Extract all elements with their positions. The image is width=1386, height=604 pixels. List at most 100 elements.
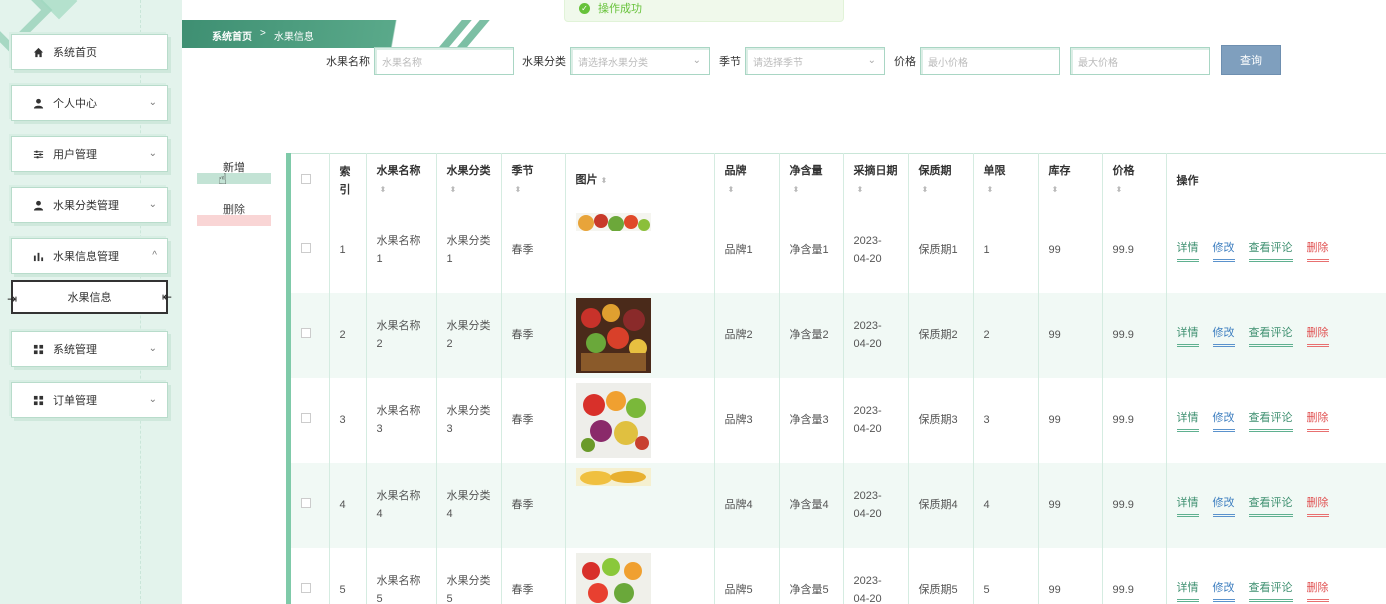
cell-season: 春季 xyxy=(501,292,566,378)
cell-select[interactable] xyxy=(291,462,330,548)
search-min-price-input[interactable]: 最小价格 xyxy=(920,47,1060,75)
breadcrumb-text: 系统首页 > 水果信息 xyxy=(212,28,314,43)
cell-image xyxy=(565,377,715,463)
view-reviews-link[interactable]: 查看评论 xyxy=(1248,579,1293,602)
sort-icon[interactable]: ⬍ xyxy=(1052,185,1059,194)
edit-link[interactable]: 修改 xyxy=(1212,494,1235,517)
row-checkbox[interactable] xyxy=(301,413,311,423)
cell-brand: 品牌3 xyxy=(714,377,780,463)
breadcrumb-separator: > xyxy=(260,28,266,39)
delete-link[interactable]: 删除 xyxy=(1306,494,1329,517)
sidebar-item-orders[interactable]: 订单管理 ⌄ xyxy=(11,382,168,418)
header-limit-label: 单限 xyxy=(983,165,1006,178)
sort-icon[interactable]: ⬍ xyxy=(601,176,608,185)
sort-icon[interactable]: ⬍ xyxy=(922,185,929,194)
search-name-group: 水果名称 水果名称 xyxy=(326,47,514,75)
sort-icon[interactable]: ⬍ xyxy=(793,185,800,194)
delete-button[interactable]: 删除 xyxy=(197,202,271,226)
delete-link[interactable]: 删除 xyxy=(1306,239,1329,262)
header-category[interactable]: 水果分类 ⬍ xyxy=(436,153,502,208)
breadcrumb-home[interactable]: 系统首页 xyxy=(212,28,252,43)
detail-link[interactable]: 详情 xyxy=(1176,324,1199,347)
cell-brand: 品牌2 xyxy=(714,292,780,378)
sort-icon[interactable]: ⬍ xyxy=(1116,185,1123,194)
search-max-price-input[interactable]: 最大价格 xyxy=(1070,47,1210,75)
cell-limit: 4 xyxy=(973,462,1039,548)
header-season[interactable]: 季节 ⬍ xyxy=(501,153,566,208)
cell-select[interactable] xyxy=(291,292,330,378)
cell-image xyxy=(565,547,715,604)
cell-category: 水果分类2 xyxy=(436,292,502,378)
add-button[interactable]: 新增 xyxy=(197,160,271,184)
user-icon xyxy=(32,199,44,211)
select-all-checkbox[interactable] xyxy=(301,173,311,184)
sidebar-item-fruit-category[interactable]: 水果分类管理 ⌄ xyxy=(11,187,168,223)
row-checkbox[interactable] xyxy=(301,498,311,508)
cell-category: 水果分类5 xyxy=(436,547,502,604)
delete-link[interactable]: 删除 xyxy=(1306,579,1329,602)
detail-link[interactable]: 详情 xyxy=(1176,239,1199,262)
detail-link[interactable]: 详情 xyxy=(1176,409,1199,432)
cell-image xyxy=(565,462,715,548)
cell-shelf: 保质期4 xyxy=(908,462,974,548)
header-select-all[interactable] xyxy=(291,153,330,208)
header-brand[interactable]: 品牌 ⬍ xyxy=(714,153,780,208)
sort-icon[interactable]: ⬍ xyxy=(450,185,457,194)
sort-icon[interactable]: ⬍ xyxy=(728,185,735,194)
header-image[interactable]: 图片 ⬍ xyxy=(565,153,715,208)
cell-price: 99.9 xyxy=(1102,207,1167,293)
detail-link[interactable]: 详情 xyxy=(1176,494,1199,517)
cell-select[interactable] xyxy=(291,377,330,463)
edit-link[interactable]: 修改 xyxy=(1212,409,1235,432)
row-checkbox[interactable] xyxy=(301,583,311,593)
sidebar-subitem-fruit-info[interactable]: ⇥ 水果信息 ⇤ xyxy=(7,280,172,314)
cell-ops: 详情 修改 查看评论 删除 xyxy=(1166,462,1386,548)
delete-link[interactable]: 删除 xyxy=(1306,324,1329,347)
edit-link[interactable]: 修改 xyxy=(1212,579,1235,602)
fruit-image xyxy=(575,297,651,373)
sidebar-item-system[interactable]: 系统管理 ⌄ xyxy=(11,331,168,367)
search-name-placeholder: 水果名称 xyxy=(382,57,422,69)
hand-cursor-icon: ☝ xyxy=(218,171,228,188)
edit-link[interactable]: 修改 xyxy=(1212,324,1235,347)
sort-icon[interactable]: ⬍ xyxy=(857,185,864,194)
header-limit[interactable]: 单限 ⬍ xyxy=(973,153,1039,208)
fruit-image xyxy=(575,212,651,231)
sidebar-item-fruit-info[interactable]: 水果信息管理 ^ xyxy=(11,238,168,274)
header-stock[interactable]: 库存 ⬍ xyxy=(1038,153,1103,208)
breadcrumb-current: 水果信息 xyxy=(273,32,314,43)
search-season-select[interactable]: 请选择季节 ⌄ xyxy=(745,47,885,75)
sidebar-item-personal-center[interactable]: 个人中心 ⌄ xyxy=(11,85,168,121)
search-name-label: 水果名称 xyxy=(326,56,370,68)
view-reviews-link[interactable]: 查看评论 xyxy=(1248,239,1293,262)
sort-icon[interactable]: ⬍ xyxy=(380,185,387,194)
sidebar-item-user-management[interactable]: 用户管理 ⌄ xyxy=(11,136,168,172)
view-reviews-link[interactable]: 查看评论 xyxy=(1248,494,1293,517)
cell-select[interactable] xyxy=(291,547,330,604)
query-button[interactable]: 查询 xyxy=(1221,45,1281,75)
sort-icon[interactable]: ⬍ xyxy=(515,185,522,194)
edit-link[interactable]: 修改 xyxy=(1212,239,1235,262)
delete-link[interactable]: 删除 xyxy=(1306,409,1329,432)
sort-icon[interactable]: ⬍ xyxy=(987,185,994,194)
search-category-select[interactable]: 请选择水果分类 ⌄ xyxy=(570,47,710,75)
table-row: 5 水果名称5 水果分类5 春季 品牌5 净含量5 2023-04-20 保质期… xyxy=(291,547,1386,604)
header-name[interactable]: 水果名称 ⬍ xyxy=(366,153,437,208)
header-net[interactable]: 净含量 ⬍ xyxy=(779,153,844,208)
header-category-label: 水果分类 xyxy=(446,165,491,178)
cell-date: 2023-04-20 xyxy=(843,547,909,604)
header-price[interactable]: 价格 ⬍ xyxy=(1102,153,1167,208)
sidebar-item-label: 个人中心 xyxy=(53,98,97,110)
header-net-label: 净含量 xyxy=(789,165,823,178)
view-reviews-link[interactable]: 查看评论 xyxy=(1248,324,1293,347)
cell-select[interactable] xyxy=(291,207,330,293)
row-checkbox[interactable] xyxy=(301,328,311,338)
view-reviews-link[interactable]: 查看评论 xyxy=(1248,409,1293,432)
header-shelf[interactable]: 保质期 ⬍ xyxy=(908,153,974,208)
header-date[interactable]: 采摘日期 ⬍ xyxy=(843,153,909,208)
cell-name: 水果名称3 xyxy=(366,377,437,463)
detail-link[interactable]: 详情 xyxy=(1176,579,1199,602)
search-name-input[interactable]: 水果名称 xyxy=(374,47,514,75)
row-checkbox[interactable] xyxy=(301,243,311,253)
sidebar-item-home[interactable]: 系统首页 xyxy=(11,34,168,70)
